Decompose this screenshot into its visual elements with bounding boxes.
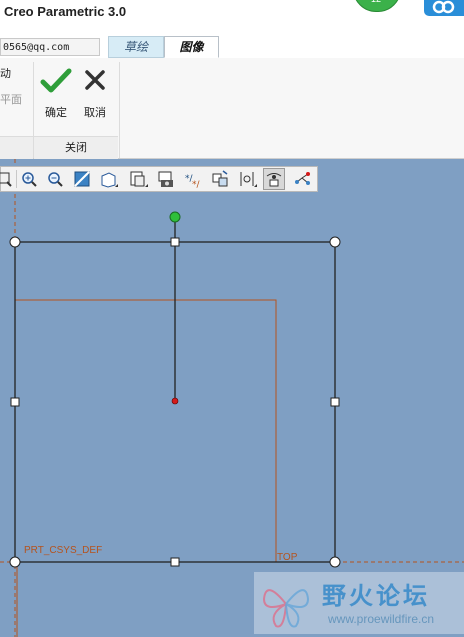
named-views-button[interactable] <box>127 168 149 190</box>
edge-handle[interactable] <box>170 237 180 247</box>
datum-display-button[interactable]: */*/ <box>182 168 204 190</box>
spin-center-button[interactable] <box>236 168 258 190</box>
center-point[interactable] <box>171 397 179 405</box>
csys-label: PRT_CSYS_DEF <box>24 545 103 556</box>
display-style-button[interactable] <box>155 168 177 190</box>
zoom-out-button[interactable] <box>44 168 66 190</box>
app-title: Creo Parametric 3.0 <box>4 4 127 19</box>
butterfly-logo-icon <box>262 589 310 628</box>
notification-count: 12 <box>367 0 385 10</box>
ribbon-partial-label[interactable]: 动 <box>0 65 11 81</box>
ribbon-group-band <box>0 136 33 159</box>
edge-handle[interactable] <box>330 397 340 407</box>
graphics-window[interactable] <box>0 159 464 637</box>
cancel-label: 取消 <box>84 106 106 119</box>
link-icon <box>432 0 455 14</box>
datum-plane-outline <box>14 299 277 563</box>
ok-label: 确定 <box>45 106 67 119</box>
cloud-button[interactable] <box>424 0 464 16</box>
tab-image[interactable]: 图像 <box>164 36 219 58</box>
zoom-in-icon <box>22 172 37 187</box>
edge-handle[interactable] <box>10 397 20 407</box>
watermark-title: 野火论坛 <box>322 582 430 610</box>
ok-button[interactable]: 确定 <box>38 66 74 124</box>
named-views-icon <box>130 171 148 187</box>
camera-icon <box>158 171 173 187</box>
sketch-connect-button[interactable] <box>291 168 313 190</box>
zoom-fit-button[interactable] <box>0 168 15 190</box>
rotation-handle[interactable] <box>169 211 181 223</box>
sketch-canvas[interactable] <box>0 159 464 637</box>
repaint-icon <box>74 171 90 187</box>
view-fit-button[interactable] <box>263 168 285 190</box>
corner-handle[interactable] <box>329 236 341 248</box>
close-icon <box>85 70 105 90</box>
svg-text:*/: */ <box>192 180 201 190</box>
edge-handle[interactable] <box>170 557 180 567</box>
ribbon-divider <box>119 62 120 158</box>
cancel-button[interactable]: 取消 <box>77 66 113 124</box>
close-group-label: 关闭 <box>65 141 87 154</box>
account-field[interactable]: 0565@qq.com <box>0 38 100 56</box>
corner-handle[interactable] <box>9 556 21 568</box>
datum-plane-label: TOP <box>277 552 298 563</box>
zoom-out-icon <box>48 172 63 187</box>
saved-orientations-icon <box>101 172 118 188</box>
spin-center-icon <box>240 172 257 187</box>
zoom-in-button[interactable] <box>18 168 40 190</box>
watermark-url: www.proewildfire.cn <box>328 612 435 626</box>
tab-sketch[interactable]: 草绘 <box>108 36 164 58</box>
corner-handle[interactable] <box>329 556 341 568</box>
zoom-fit-icon <box>0 172 12 187</box>
corner-handle[interactable] <box>9 236 21 248</box>
repaint-button[interactable] <box>71 168 93 190</box>
annotation-display-button[interactable] <box>209 168 231 190</box>
eye-icon <box>266 173 282 187</box>
toolbar-divider <box>16 170 17 188</box>
annotation-display-icon <box>212 170 228 187</box>
datum-display-icon: */*/ <box>185 174 201 190</box>
checkmark-icon <box>40 68 72 93</box>
connect-icon <box>295 172 310 185</box>
saved-orientations-button[interactable] <box>97 168 119 190</box>
ribbon-partial-label-disabled: 平面 <box>0 93 22 106</box>
